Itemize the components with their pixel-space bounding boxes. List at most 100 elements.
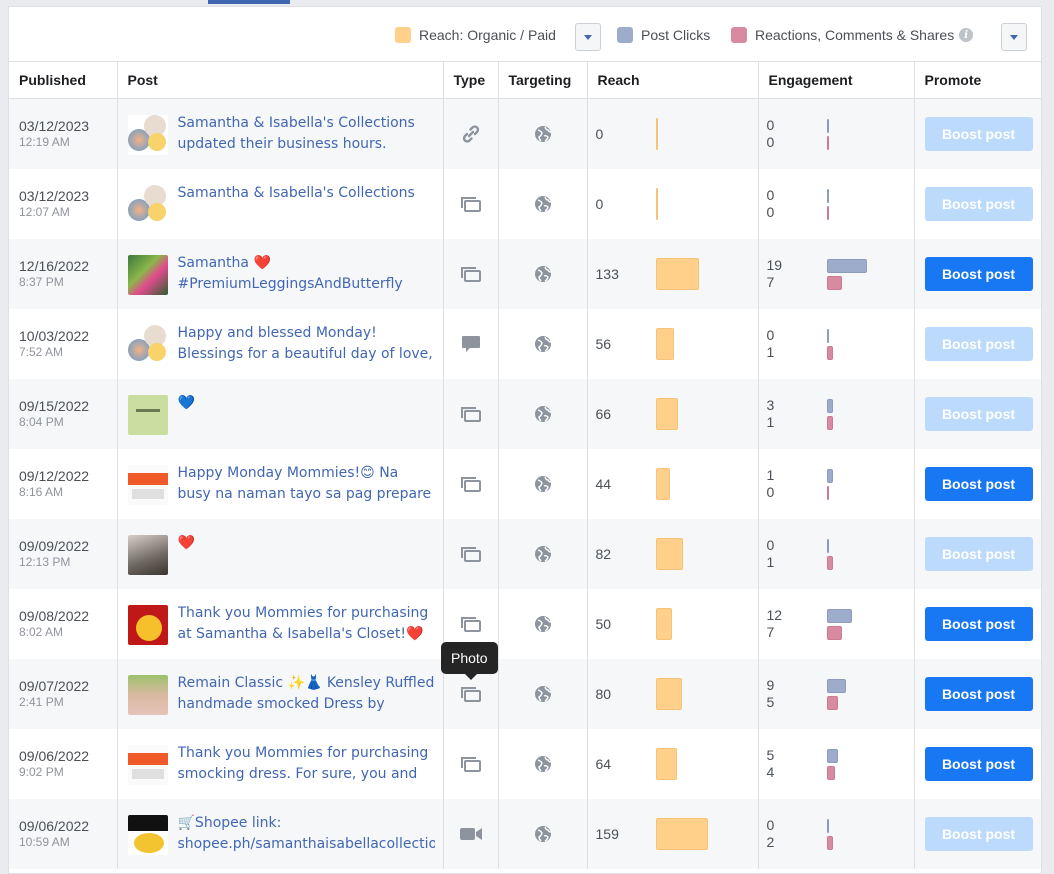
globe-icon[interactable]	[499, 825, 587, 843]
post-thumbnail[interactable]	[127, 395, 168, 435]
boost-post-button[interactable]: Boost post	[924, 187, 1033, 221]
post-thumbnail[interactable]	[127, 185, 168, 225]
chevron-down-icon	[1010, 34, 1018, 40]
post-link[interactable]: 💙	[178, 393, 195, 414]
post-thumbnail[interactable]	[127, 815, 168, 855]
post-thumbnail[interactable]	[127, 465, 168, 505]
table-row[interactable]: 09/08/2022 8:02 AM Thank you Mommies for p…	[9, 589, 1041, 659]
reactions-bar	[826, 485, 829, 500]
table-row[interactable]: 12/16/2022 8:37 PM Samantha ❤️ #PremiumLeg…	[9, 239, 1041, 309]
table-row[interactable]: 09/09/2022 12:13 PM ❤️ 82 0 1 Boost post	[9, 519, 1041, 589]
photo-icon[interactable]	[444, 685, 498, 703]
photo-icon[interactable]	[444, 195, 498, 213]
table-row[interactable]: 10/03/2022 7:52 AM Happy and blessed Monda…	[9, 309, 1041, 379]
engagement-dropdown-button[interactable]	[1001, 23, 1027, 51]
table-row[interactable]: 03/12/2023 12:07 AM Samantha & Isabella's …	[9, 169, 1041, 239]
post-thumbnail[interactable]	[127, 325, 168, 365]
post-link[interactable]: Remain Classic ✨👗 Kensley Ruffled handma…	[178, 673, 435, 715]
boost-post-button[interactable]: Boost post	[924, 817, 1033, 851]
boost-post-button[interactable]: Boost post	[924, 397, 1033, 431]
globe-icon[interactable]	[499, 125, 587, 143]
globe-icon[interactable]	[499, 545, 587, 563]
type-cell	[442, 449, 498, 519]
post-thumbnail[interactable]	[127, 675, 168, 715]
globe-icon[interactable]	[499, 195, 587, 213]
reach-cell: 50	[586, 589, 758, 659]
boost-post-button[interactable]: Boost post	[924, 257, 1033, 291]
post-thumbnail[interactable]	[127, 255, 168, 295]
reach-bar	[655, 398, 678, 430]
post-date: 09/06/2022	[19, 818, 90, 834]
globe-icon[interactable]	[499, 685, 587, 703]
photo-icon[interactable]	[444, 545, 498, 563]
post-link[interactable]: ❤️	[178, 533, 195, 554]
table-row[interactable]: 09/12/2022 8:16 AM Happy Monday Mommies!😊 …	[9, 449, 1041, 519]
post-link[interactable]: Samantha & Isabella's Collections update…	[178, 113, 435, 155]
col-published[interactable]: Published	[9, 61, 117, 99]
boost-post-button[interactable]: Boost post	[924, 677, 1033, 711]
reactions-value: 0	[766, 204, 775, 220]
col-type[interactable]: Type	[442, 61, 498, 99]
photo-icon[interactable]	[444, 405, 498, 423]
video-icon[interactable]	[444, 826, 498, 842]
boost-post-button[interactable]: Boost post	[924, 747, 1033, 781]
table-row[interactable]: 03/12/2023 12:19 AM Samantha & Isabella's …	[9, 98, 1041, 169]
status-icon[interactable]	[444, 335, 498, 353]
boost-post-button[interactable]: Boost post	[924, 467, 1033, 501]
reach-cell: 82	[586, 519, 758, 589]
post-link[interactable]: Thank you Mommies for purchasing at Sama…	[178, 603, 435, 645]
table-row[interactable]: 09/06/2022 10:59 AM 🛒Shopee link: shopee.p…	[9, 799, 1041, 869]
photo-icon[interactable]	[444, 615, 498, 633]
post-link[interactable]: Samantha ❤️ #PremiumLeggingsAndButterfly	[178, 253, 435, 295]
col-engagement[interactable]: Engagement	[757, 61, 914, 99]
post-thumbnail[interactable]	[127, 115, 168, 155]
boost-post-button[interactable]: Boost post	[924, 327, 1033, 361]
boost-post-button[interactable]: Boost post	[924, 607, 1033, 641]
post-clicks-bar	[826, 118, 829, 133]
reach-cell: 80	[586, 659, 758, 729]
table-row[interactable]: 09/15/2022 8:04 PM 💙 66 3 1 Boost post	[9, 379, 1041, 449]
targeting-cell	[497, 589, 587, 659]
post-thumbnail[interactable]	[127, 605, 168, 645]
post-thumbnail[interactable]	[127, 535, 168, 575]
type-cell	[442, 379, 498, 449]
photo-icon[interactable]	[444, 265, 498, 283]
table-row[interactable]: 09/06/2022 9:02 PM Thank you Mommies for p…	[9, 729, 1041, 799]
post-link[interactable]: 🛒Shopee link: shopee.ph/samanthaisabella…	[178, 813, 435, 855]
reach-value: 66	[595, 406, 612, 422]
legend-reactions-label: Reactions, Comments & Shares	[755, 27, 955, 43]
info-icon[interactable]: i	[959, 28, 974, 42]
type-cell	[442, 799, 498, 869]
link-icon[interactable]	[444, 123, 498, 145]
post-link[interactable]: Happy and blessed Monday! Blessings for …	[178, 323, 435, 365]
published-cell: 03/12/2023 12:07 AM	[9, 169, 117, 239]
post-thumbnail[interactable]	[127, 745, 168, 785]
globe-icon[interactable]	[499, 405, 587, 423]
post-cell: Happy and blessed Monday! Blessings for …	[116, 309, 443, 379]
post-time: 10:59 AM	[19, 835, 70, 849]
boost-post-button[interactable]: Boost post	[924, 117, 1033, 151]
post-cell: Samantha ❤️ #PremiumLeggingsAndButterfly	[116, 239, 443, 309]
globe-icon[interactable]	[499, 265, 587, 283]
photo-icon[interactable]	[444, 475, 498, 493]
reach-bar	[655, 118, 658, 150]
globe-icon[interactable]	[499, 475, 587, 493]
table-row[interactable]: 09/07/2022 2:41 PM Remain Classic ✨👗 Kensl…	[9, 659, 1041, 729]
post-clicks-value: 12	[766, 607, 783, 623]
post-link[interactable]: Thank you Mommies for purchasing smockin…	[178, 743, 435, 785]
globe-icon[interactable]	[499, 755, 587, 773]
boost-post-button[interactable]: Boost post	[924, 537, 1033, 571]
reach-value: 80	[595, 686, 612, 702]
reach-dropdown-button[interactable]	[575, 23, 601, 51]
post-cell: Happy Monday Mommies!😊 Na busy na naman …	[116, 449, 443, 519]
col-reach[interactable]: Reach	[586, 61, 758, 99]
post-link[interactable]: Happy Monday Mommies!😊 Na busy na naman …	[178, 463, 435, 505]
post-link[interactable]: Samantha & Isabella's Collections	[178, 183, 415, 204]
photo-icon[interactable]	[444, 755, 498, 773]
globe-icon[interactable]	[499, 615, 587, 633]
published-cell: 09/09/2022 12:13 PM	[9, 519, 117, 589]
reach-swatch	[395, 27, 411, 43]
reactions-value: 2	[766, 834, 775, 850]
col-promote: Promote	[913, 61, 1041, 99]
globe-icon[interactable]	[499, 335, 587, 353]
